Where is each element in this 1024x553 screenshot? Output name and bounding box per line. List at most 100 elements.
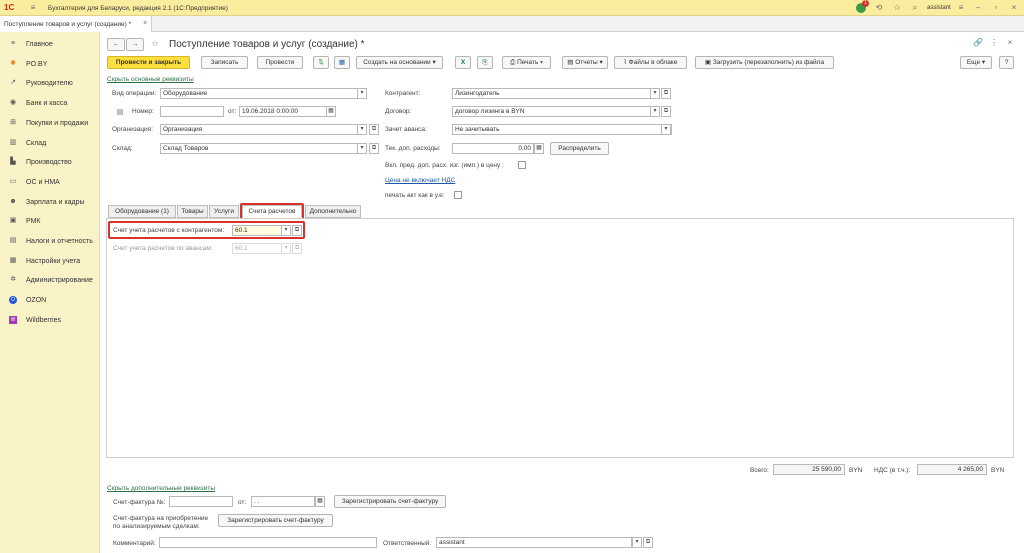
sidebar-item-0[interactable]: ≡ Главное <box>0 35 100 54</box>
sidebar-item-3[interactable]: ◉ Банк и касса <box>0 94 100 113</box>
settings-menu-icon[interactable]: ≡ <box>956 3 966 13</box>
sidebar-item-label: ОС и НМА <box>26 178 60 186</box>
factory-icon: ▙ <box>10 158 16 166</box>
warehouse-dropdown[interactable]: ▾ <box>357 143 367 154</box>
forward-button[interactable]: → <box>126 38 144 51</box>
save-button[interactable]: Записать <box>201 56 248 69</box>
distribute-button[interactable]: Распределить <box>550 142 609 155</box>
hide-main-details-link[interactable]: Скрыть основные реквизиты <box>107 75 194 84</box>
operation-type-dropdown[interactable]: ▾ <box>357 88 367 99</box>
files-cloud-button[interactable]: ⌇ Файлы в облаке <box>614 56 687 69</box>
organization-field[interactable]: Организация <box>160 124 367 135</box>
excel-button[interactable]: X <box>455 56 471 69</box>
create-based-on-button[interactable]: Создать на основании ▾ <box>356 56 443 69</box>
calculator-button[interactable]: ▦ <box>534 143 544 154</box>
advance-offset-dropdown[interactable]: ▾ <box>661 124 671 135</box>
responsible-dropdown[interactable]: ▾ <box>632 537 642 548</box>
contractor-field[interactable]: Лизингодатель <box>452 88 660 99</box>
help-button[interactable]: ? <box>999 56 1014 69</box>
tab-services[interactable]: Услуги <box>209 205 239 218</box>
sidebar-item-8[interactable]: ☻ Зарплата и кадры <box>0 193 100 212</box>
organization-open-button[interactable]: ⧉ <box>369 124 379 135</box>
favorites-icon[interactable]: ☆ <box>892 3 902 13</box>
sidebar-item-12[interactable]: ✲ Администрирование <box>0 271 100 290</box>
form-menu-icon[interactable]: ⋮ <box>990 38 998 48</box>
print-act-checkbox[interactable] <box>454 191 462 199</box>
operation-type-field[interactable]: Оборудование <box>160 88 367 99</box>
responsible-field[interactable]: assistant <box>436 537 632 548</box>
history-icon[interactable]: ⟲ <box>874 3 884 13</box>
warehouse-field[interactable]: Склад Товаров <box>160 143 367 154</box>
hide-extra-details-link[interactable]: Скрыть дополнительные реквизиты <box>107 484 215 493</box>
invoice-calendar-button[interactable]: ▦ <box>315 496 325 507</box>
contractor-account-highlight <box>108 221 305 239</box>
invoice-number-field[interactable] <box>169 496 233 507</box>
search-icon[interactable]: ⌕ <box>910 3 920 13</box>
sidebar-item-4[interactable]: ⊞ Покупки и продажи <box>0 114 100 133</box>
contract-open-button[interactable]: ⧉ <box>661 106 671 117</box>
include-costs-checkbox[interactable] <box>518 161 526 169</box>
sidebar-item-11[interactable]: ▦ Настройки учета <box>0 252 100 271</box>
sidebar-item-14[interactable]: W Wildberries <box>0 311 100 330</box>
reports-button[interactable]: ▤ Отчеты ▾ <box>562 56 608 69</box>
operation-type-label: Вид операции: <box>112 90 157 97</box>
chart-icon: ↗ <box>10 79 16 87</box>
responsible-open-button[interactable]: ⧉ <box>643 537 653 548</box>
cart-icon: ⊞ <box>10 118 16 126</box>
sidebar-item-7[interactable]: ▭ ОС и НМА <box>0 173 100 192</box>
wb-icon: W <box>9 315 17 324</box>
link-icon[interactable]: 🔗 <box>973 38 983 48</box>
numbering-icon[interactable]: ▤ <box>115 108 125 118</box>
tab-equipment[interactable]: Оборудование (1) <box>108 205 176 218</box>
sidebar-item-2[interactable]: ↗ Руководителю <box>0 74 100 93</box>
contract-field[interactable]: договор лизинга в BYN <box>452 106 660 117</box>
restore-icon[interactable]: ▫ <box>991 3 1001 13</box>
sidebar-item-1[interactable]: ✺ PO.BY <box>0 55 100 74</box>
print-act-label: печать акт как в у.е: <box>385 192 445 199</box>
close-tab-icon[interactable]: × <box>140 19 150 29</box>
advance-offset-field[interactable]: Не зачитывать <box>452 124 672 135</box>
organization-dropdown[interactable]: ▾ <box>357 124 367 135</box>
upload-from-file-button[interactable]: ▣ Загрузить (перезаполнить) из файла <box>695 56 834 69</box>
invoice-date-field[interactable]: . . <box>251 496 315 507</box>
more-button[interactable]: Еще ▾ <box>960 56 992 69</box>
user-name[interactable]: assistant <box>927 4 951 13</box>
tab-panel <box>106 218 1014 458</box>
upload-label: Загрузить (перезаполнить) из файла <box>712 59 825 66</box>
back-button[interactable]: ← <box>107 38 125 51</box>
kassa-icon: ▣ <box>9 217 17 225</box>
sidebar-item-10[interactable]: ▤ Налоги и отчетность <box>0 232 100 251</box>
number-field[interactable] <box>160 106 224 117</box>
calendar-button[interactable]: ▦ <box>326 106 336 117</box>
structure-button[interactable]: ▦ <box>334 56 350 69</box>
more-label: Еще <box>966 59 981 66</box>
sidebar-item-9[interactable]: ▣ РМК <box>0 212 100 231</box>
extra-costs-field[interactable]: 0,00 <box>452 143 534 154</box>
sidebar-item-13[interactable]: O OZON <box>0 291 100 310</box>
sidebar-item-6[interactable]: ▙ Производство <box>0 153 100 172</box>
favorite-star-icon[interactable]: ☆ <box>150 39 160 49</box>
tab-additional[interactable]: Дополнительно <box>305 205 361 218</box>
contractor-open-button[interactable]: ⧉ <box>661 88 671 99</box>
dt-kt-button[interactable]: ⇅ <box>313 56 329 69</box>
close-window-icon[interactable]: × <box>1009 3 1019 13</box>
contractor-dropdown[interactable]: ▾ <box>650 88 660 99</box>
form-close-icon[interactable]: × <box>1005 38 1015 48</box>
document-tab[interactable]: Поступление товаров и услуг (создание) *… <box>0 16 152 32</box>
register-analyzed-invoice-button[interactable]: Зарегистрировать счет-фактуру <box>218 514 333 527</box>
warehouse-open-button[interactable]: ⧉ <box>369 143 379 154</box>
contract-dropdown[interactable]: ▾ <box>650 106 660 117</box>
tab-goods[interactable]: Товары <box>177 205 208 218</box>
comment-field[interactable] <box>159 537 377 548</box>
date-field[interactable]: 19.06.2018 0:00:00 <box>239 106 327 117</box>
minimize-icon[interactable]: – <box>973 3 983 13</box>
post-button[interactable]: Провести <box>257 56 303 69</box>
print-button[interactable]: ⎙ Печать ▾ <box>502 56 551 69</box>
register-invoice-button[interactable]: Зарегистрировать счет-фактуру <box>334 495 446 508</box>
sidebar-item-5[interactable]: ▥ Склад <box>0 134 100 153</box>
total-field: 25 590,00 <box>773 464 845 475</box>
price-excludes-vat-link[interactable]: Цена не включает НДС <box>385 176 455 185</box>
hamburger-menu-icon[interactable]: ≡ <box>28 3 38 13</box>
post-and-close-button[interactable]: Провести и закрыть <box>107 56 190 69</box>
attach-button[interactable]: ⎘ <box>477 56 493 69</box>
